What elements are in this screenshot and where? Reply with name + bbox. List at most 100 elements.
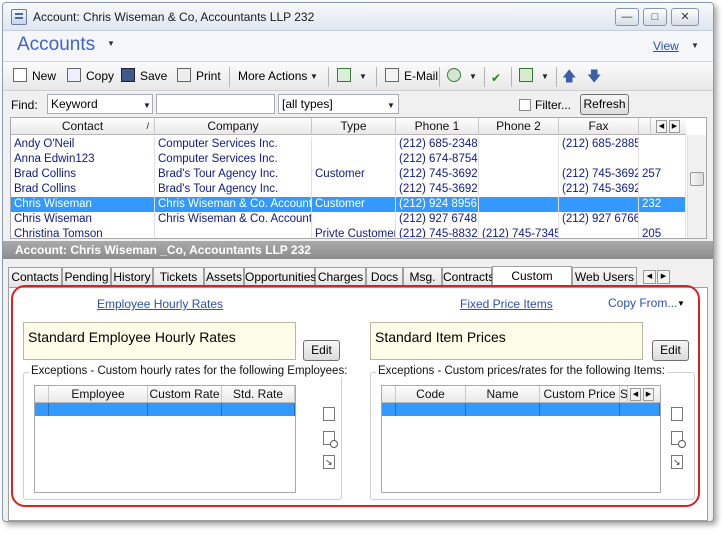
column-header-fax[interactable]: Fax	[559, 118, 639, 135]
vertical-scrollbar[interactable]	[687, 135, 706, 238]
chevron-down-icon[interactable]: ▼	[310, 72, 318, 81]
printer-icon	[177, 68, 191, 82]
table-cell	[312, 182, 396, 197]
table-cell: Privte Customer	[312, 227, 396, 238]
scroll-right-icon[interactable]: ▶	[669, 120, 680, 133]
table-row[interactable]: Chris Wiseman Chris Wiseman & Co. Account…	[11, 212, 686, 227]
table-cell: Chris Wiseman & Co. Accountants	[155, 197, 312, 212]
table-cell	[559, 227, 639, 238]
save-button[interactable]: Save	[121, 67, 167, 87]
table-cell: Anna Edwin123	[11, 152, 155, 167]
globe-button[interactable]	[447, 67, 466, 87]
table-cell: Christina Tomson	[11, 227, 155, 238]
close-button[interactable]: ✕	[671, 8, 699, 26]
email-button[interactable]: E-Mail	[385, 67, 438, 87]
scrollbar-thumb[interactable]	[690, 172, 704, 186]
table-cell: (212) 745-3692	[559, 182, 639, 197]
address-book-icon	[337, 68, 351, 82]
chevron-down-icon[interactable]: ▼	[469, 72, 477, 81]
table-row[interactable]: Anna Edwin123 Computer Services Inc. (212)…	[11, 152, 686, 167]
more-actions-label: More Actions	[238, 69, 308, 83]
new-document-icon	[13, 68, 27, 82]
table-cell: (212) 745-3692	[396, 167, 479, 182]
table-cell	[312, 152, 396, 167]
toolbar-separator	[556, 67, 557, 87]
table-cell	[639, 212, 686, 227]
copy-button[interactable]: Copy	[67, 67, 114, 87]
table-cell: Customer	[312, 197, 396, 212]
more-actions-button[interactable]: More Actions	[238, 67, 307, 87]
tab-scroll-right-icon[interactable]: ▶	[657, 270, 670, 284]
module-title[interactable]: Accounts	[17, 34, 95, 56]
table-cell: Brad's Tour Agency Inc.	[155, 167, 312, 182]
table-cell: (212) 685-2348	[396, 137, 479, 152]
table-row[interactable]: Andy O'Neil Computer Services Inc. (212) 6…	[11, 137, 686, 152]
table-cell	[479, 197, 559, 212]
move-down-button[interactable]: 🡇	[587, 67, 601, 87]
email-button-label: E-Mail	[404, 69, 439, 83]
table-row[interactable]: Brad Collins Brad's Tour Agency Inc. Custo…	[11, 167, 686, 182]
chevron-down-icon[interactable]: ▼	[691, 41, 699, 50]
table-cell: Computer Services Inc.	[155, 152, 312, 167]
column-header-phone2[interactable]: Phone 2	[479, 118, 559, 135]
spell-check-button[interactable]: ✔	[491, 67, 510, 87]
tab-contacts[interactable]: Contacts	[8, 267, 62, 287]
table-cell	[479, 167, 559, 182]
arrow-up-icon: 🡅	[562, 68, 577, 84]
tab-msg[interactable]: Msg.	[403, 267, 442, 287]
maximize-button[interactable]: □	[643, 8, 667, 26]
tab-pending[interactable]: Pending	[62, 267, 111, 287]
print-button[interactable]: Print	[177, 67, 221, 87]
table-cell	[479, 182, 559, 197]
table-row[interactable]: Chris Wiseman Chris Wiseman & Co. Account…	[11, 197, 686, 212]
column-header-extra[interactable]	[639, 118, 651, 135]
spell-check-icon: ✔	[491, 71, 502, 85]
table-row[interactable]: Christina Tomson Privte Customer (212) 745…	[11, 227, 686, 238]
chevron-down-icon[interactable]: ▼	[541, 72, 549, 81]
filter-label[interactable]: Filter...	[535, 98, 571, 112]
chevron-down-icon[interactable]: ▼	[107, 39, 115, 48]
column-header-phone1[interactable]: Phone 1	[396, 118, 479, 135]
floppy-disk-icon	[121, 68, 135, 82]
tab-contracts[interactable]: Contracts	[442, 267, 494, 287]
tab-assets[interactable]: Assets	[204, 267, 244, 287]
tab-tickets[interactable]: Tickets	[153, 267, 204, 287]
table-cell: 205	[639, 227, 686, 238]
chevron-down-icon[interactable]: ▼	[387, 101, 395, 110]
excel-export-button[interactable]	[519, 67, 538, 87]
table-row[interactable]: Brad Collins Brad's Tour Agency Inc. (212)…	[11, 182, 686, 197]
tab-custom-pricing[interactable]: Custom Pricing	[492, 266, 572, 302]
table-cell	[479, 212, 559, 227]
table-cell	[639, 152, 686, 167]
new-button[interactable]: New	[13, 67, 56, 87]
filter-checkbox[interactable]	[519, 99, 531, 111]
copy-icon	[67, 68, 81, 82]
tab-scroll-left-icon[interactable]: ◀	[643, 270, 656, 284]
tab-web-users[interactable]: Web Users	[572, 267, 637, 287]
chevron-down-icon[interactable]: ▼	[143, 101, 151, 110]
type-select-value: [all types]	[282, 97, 333, 111]
scroll-left-icon[interactable]: ◀	[656, 120, 667, 133]
tab-docs[interactable]: Docs	[366, 267, 403, 287]
refresh-button[interactable]: Refresh	[580, 94, 629, 115]
table-cell: Andy O'Neil	[11, 137, 155, 152]
table-cell	[639, 137, 686, 152]
contacts-button[interactable]	[337, 67, 356, 87]
search-input[interactable]	[156, 94, 275, 114]
table-cell: Brad's Tour Agency Inc.	[155, 182, 312, 197]
column-header-company[interactable]: Company	[155, 118, 312, 135]
minimize-button[interactable]: —	[615, 8, 639, 26]
find-field-select[interactable]: Keyword	[47, 94, 153, 114]
tab-charges[interactable]: Charges	[315, 267, 366, 287]
tab-history[interactable]: History	[111, 267, 153, 287]
type-select[interactable]: [all types]	[278, 94, 399, 114]
move-up-button[interactable]: 🡅	[562, 67, 576, 87]
chevron-down-icon[interactable]: ▼	[359, 72, 367, 81]
sort-icon: /	[146, 121, 149, 131]
email-icon	[385, 68, 399, 82]
view-menu[interactable]: View	[653, 39, 679, 53]
table-cell: Brad Collins	[11, 182, 155, 197]
column-header-contact[interactable]: Contact /	[11, 118, 155, 135]
column-header-type[interactable]: Type	[312, 118, 396, 135]
tab-opportunities[interactable]: Opportunities	[244, 267, 316, 287]
